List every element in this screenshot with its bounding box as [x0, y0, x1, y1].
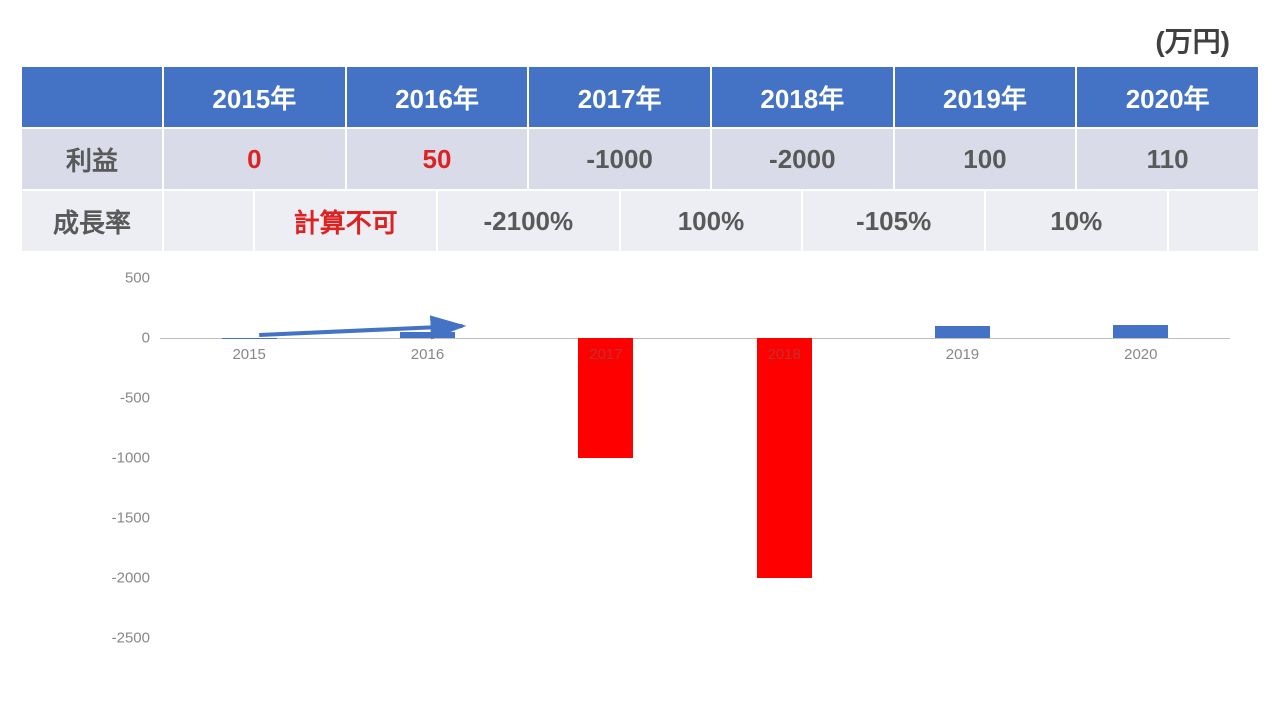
- ytick-label: 0: [70, 330, 150, 347]
- profit-2016: 50: [346, 128, 529, 190]
- bar-slot: 2019: [873, 278, 1051, 638]
- bar-chart: 5000-500-1000-1500-2000-2500 20152016201…: [70, 278, 1230, 658]
- profit-2015: 0: [163, 128, 346, 190]
- growth-label: 成長率: [21, 190, 163, 252]
- profit-2019: 100: [894, 128, 1077, 190]
- header-year-2017: 2017年: [528, 66, 711, 128]
- growth-2018-2019: -105%: [802, 190, 985, 252]
- ytick-label: -2500: [70, 630, 150, 647]
- header-year-2018: 2018年: [711, 66, 894, 128]
- bar-slot: 2017: [517, 278, 695, 638]
- profit-label: 利益: [21, 128, 163, 190]
- profit-row: 利益 0 50 -1000 -2000 100 110: [21, 128, 1259, 190]
- growth-pad-left: [163, 190, 254, 252]
- profit-2018: -2000: [711, 128, 894, 190]
- header-blank: [21, 66, 163, 128]
- trend-arrow-icon: [160, 278, 502, 638]
- bar-slot: 2018: [695, 278, 873, 638]
- unit-label: (万円): [20, 20, 1260, 60]
- header-year-2020: 2020年: [1076, 66, 1259, 128]
- table-header-row: 2015年 2016年 2017年 2018年 2019年 2020年: [21, 66, 1259, 128]
- growth-2017-2018: 100%: [620, 190, 803, 252]
- ytick-label: -1000: [70, 450, 150, 467]
- growth-2015-2016: 計算不可: [254, 190, 437, 252]
- ytick-label: -500: [70, 390, 150, 407]
- xtick-label: 2018: [767, 346, 800, 363]
- data-table: 2015年 2016年 2017年 2018年 2019年 2020年 利益 0…: [20, 65, 1260, 253]
- growth-row: 成長率 計算不可 -2100% 100% -105% 10%: [21, 190, 1259, 252]
- growth-pad-right: [1168, 190, 1259, 252]
- growth-2019-2020: 10%: [985, 190, 1168, 252]
- profit-2017: -1000: [528, 128, 711, 190]
- xtick-label: 2019: [946, 346, 979, 363]
- bar-negative: [757, 338, 812, 578]
- growth-2016-2017: -2100%: [437, 190, 620, 252]
- ytick-label: -2000: [70, 570, 150, 587]
- ytick-label: -1500: [70, 510, 150, 527]
- bar-slot: 2020: [1052, 278, 1230, 638]
- xtick-label: 2017: [589, 346, 622, 363]
- header-year-2019: 2019年: [894, 66, 1077, 128]
- xtick-label: 2020: [1124, 346, 1157, 363]
- profit-2020: 110: [1076, 128, 1259, 190]
- bar-positive: [935, 326, 990, 338]
- header-year-2015: 2015年: [163, 66, 346, 128]
- header-year-2016: 2016年: [346, 66, 529, 128]
- ytick-label: 500: [70, 270, 150, 287]
- bar-positive: [1113, 325, 1168, 338]
